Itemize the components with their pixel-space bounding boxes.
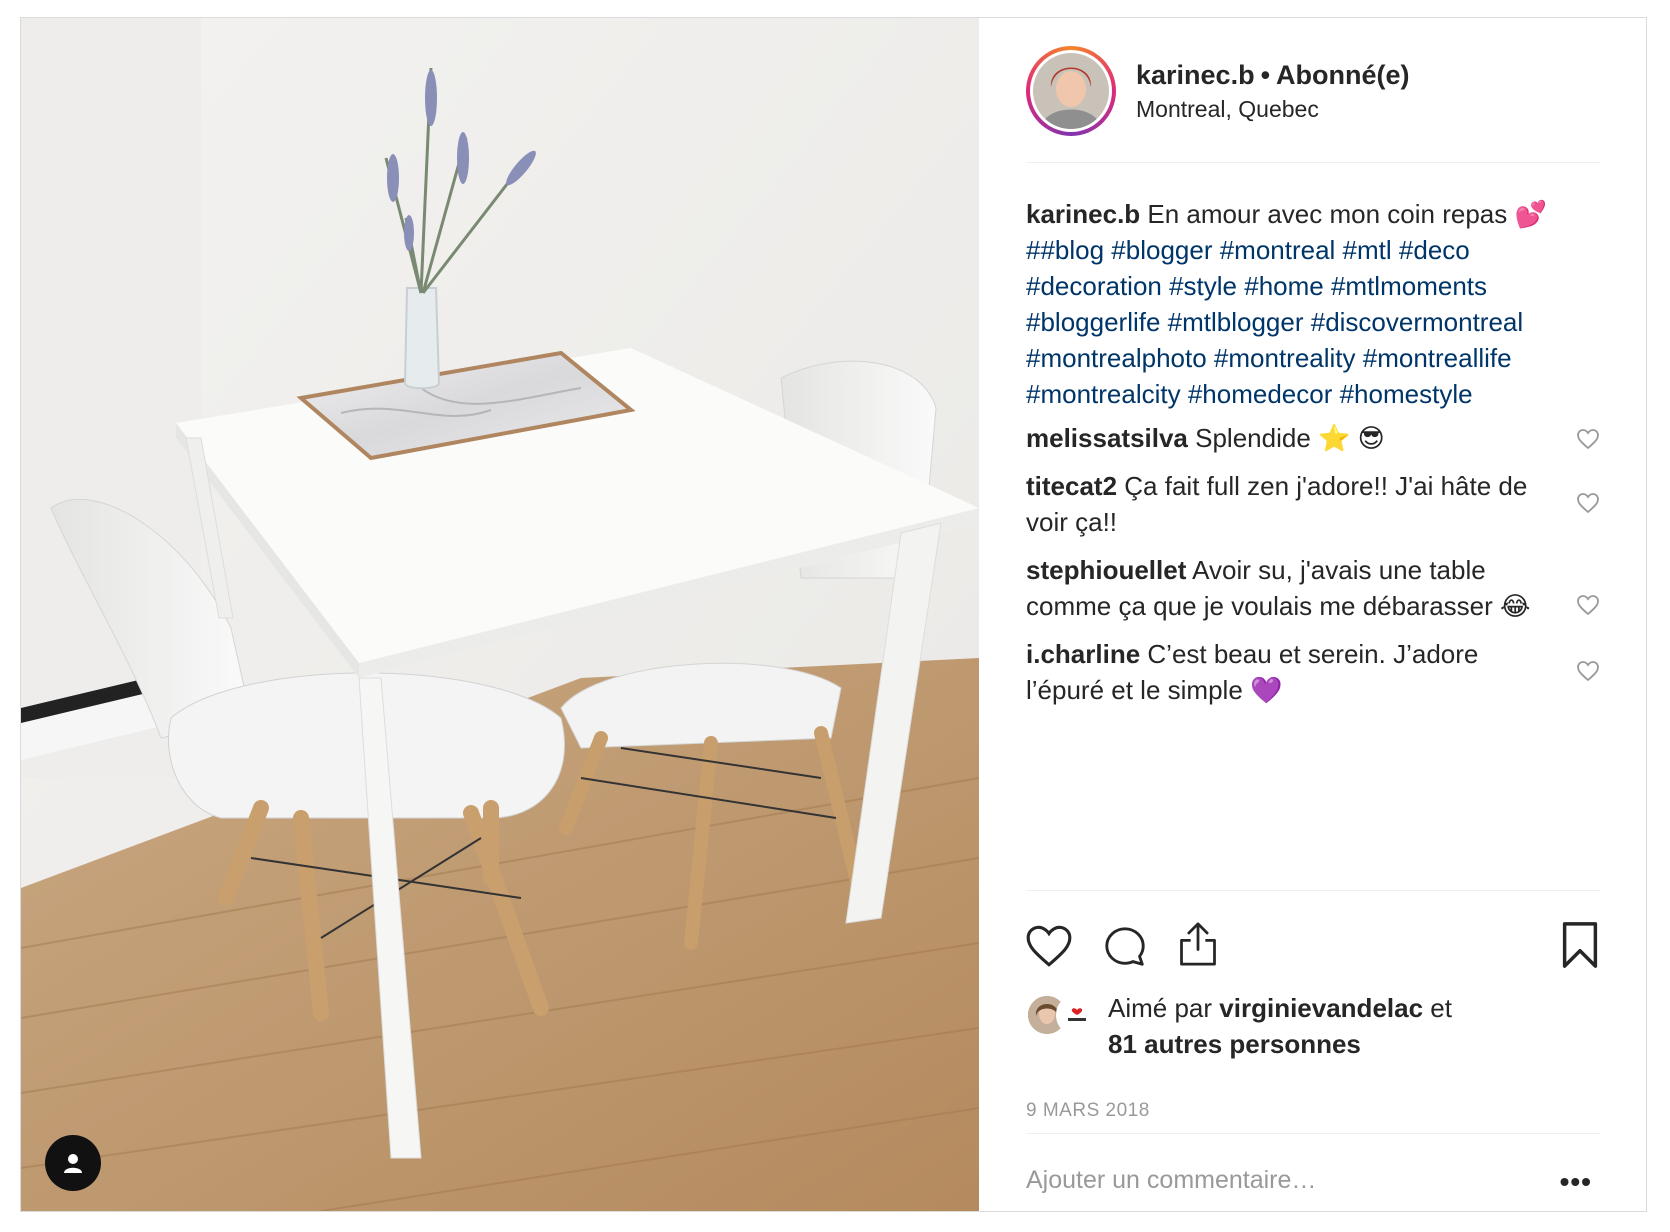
comment-item: stephiouellet Avoir su, j'avais une tabl… xyxy=(1026,552,1600,624)
liker-username[interactable]: virginievandelac xyxy=(1219,993,1423,1023)
avatar[interactable] xyxy=(1033,53,1109,129)
comment-icon[interactable] xyxy=(1102,924,1148,970)
comment-username[interactable]: i.charline xyxy=(1026,639,1140,669)
caption-hashtags[interactable]: ##blog #blogger #montreal #mtl #deco #de… xyxy=(1026,235,1523,409)
actions-divider xyxy=(1026,890,1600,891)
comment-username[interactable]: titecat2 xyxy=(1026,471,1117,501)
post-photo[interactable] xyxy=(21,18,979,1211)
comment-item: titecat2 Ça fait full zen j'adore!! J'ai… xyxy=(1026,468,1600,540)
share-icon[interactable] xyxy=(1176,920,1220,968)
liker-avatar[interactable] xyxy=(1056,994,1098,1036)
comment-divider xyxy=(1026,1133,1600,1134)
dining-table-photo xyxy=(21,18,979,1211)
bookmark-icon[interactable] xyxy=(1560,920,1600,970)
header-divider xyxy=(1026,162,1600,163)
add-comment-input[interactable]: Ajouter un commentaire… xyxy=(1026,1166,1316,1195)
likes-summary: Aimé par virginievandelac et 81 autres p… xyxy=(1026,990,1452,1062)
post-side-panel: karinec.b • Abonné(e) Montreal, Quebec kar… xyxy=(979,18,1646,1211)
follow-status-button[interactable]: Abonné(e) xyxy=(1276,60,1409,90)
post-username[interactable]: karinec.b xyxy=(1136,60,1255,90)
comment-like-heart-icon[interactable] xyxy=(1576,428,1600,450)
story-ring[interactable] xyxy=(1026,46,1116,136)
comment-item: melissatsilva Splendide ⭐️ 😎 xyxy=(1026,420,1600,456)
post-location[interactable]: Montreal, Quebec xyxy=(1136,94,1410,124)
comment-username[interactable]: stephiouellet xyxy=(1026,555,1186,585)
likes-prefix: Aimé par xyxy=(1108,993,1213,1023)
comment-text: Splendide ⭐️ 😎 xyxy=(1195,423,1385,453)
separator-dot: • xyxy=(1260,60,1271,90)
caption: karinec.b En amour avec mon coin repas 💕… xyxy=(1026,196,1600,412)
comments-list: karinec.b En amour avec mon coin repas 💕… xyxy=(1026,196,1600,720)
post-header: karinec.b • Abonné(e) Montreal, Quebec xyxy=(1026,46,1410,136)
post-card: karinec.b • Abonné(e) Montreal, Quebec kar… xyxy=(20,17,1647,1212)
likes-others-link[interactable]: 81 autres personnes xyxy=(1108,1029,1361,1059)
post-date[interactable]: 9 MARS 2018 xyxy=(1026,1100,1150,1122)
action-bar xyxy=(1024,920,1600,975)
comment-username[interactable]: melissatsilva xyxy=(1026,423,1188,453)
user-tag-icon[interactable] xyxy=(45,1135,101,1191)
liker-avatars xyxy=(1026,994,1098,1036)
caption-text: En amour avec mon coin repas 💕 xyxy=(1147,199,1547,229)
heart-icon[interactable] xyxy=(1024,923,1074,969)
comment-like-heart-icon[interactable] xyxy=(1576,492,1600,514)
comment-item: i.charline C’est beau et serein. J’adore… xyxy=(1026,636,1600,708)
more-options-button[interactable]: ••• xyxy=(1560,1166,1592,1198)
comment-like-heart-icon[interactable] xyxy=(1576,660,1600,682)
comment-like-heart-icon[interactable] xyxy=(1576,594,1600,616)
likes-conj: et xyxy=(1430,993,1452,1023)
caption-username[interactable]: karinec.b xyxy=(1026,199,1140,229)
